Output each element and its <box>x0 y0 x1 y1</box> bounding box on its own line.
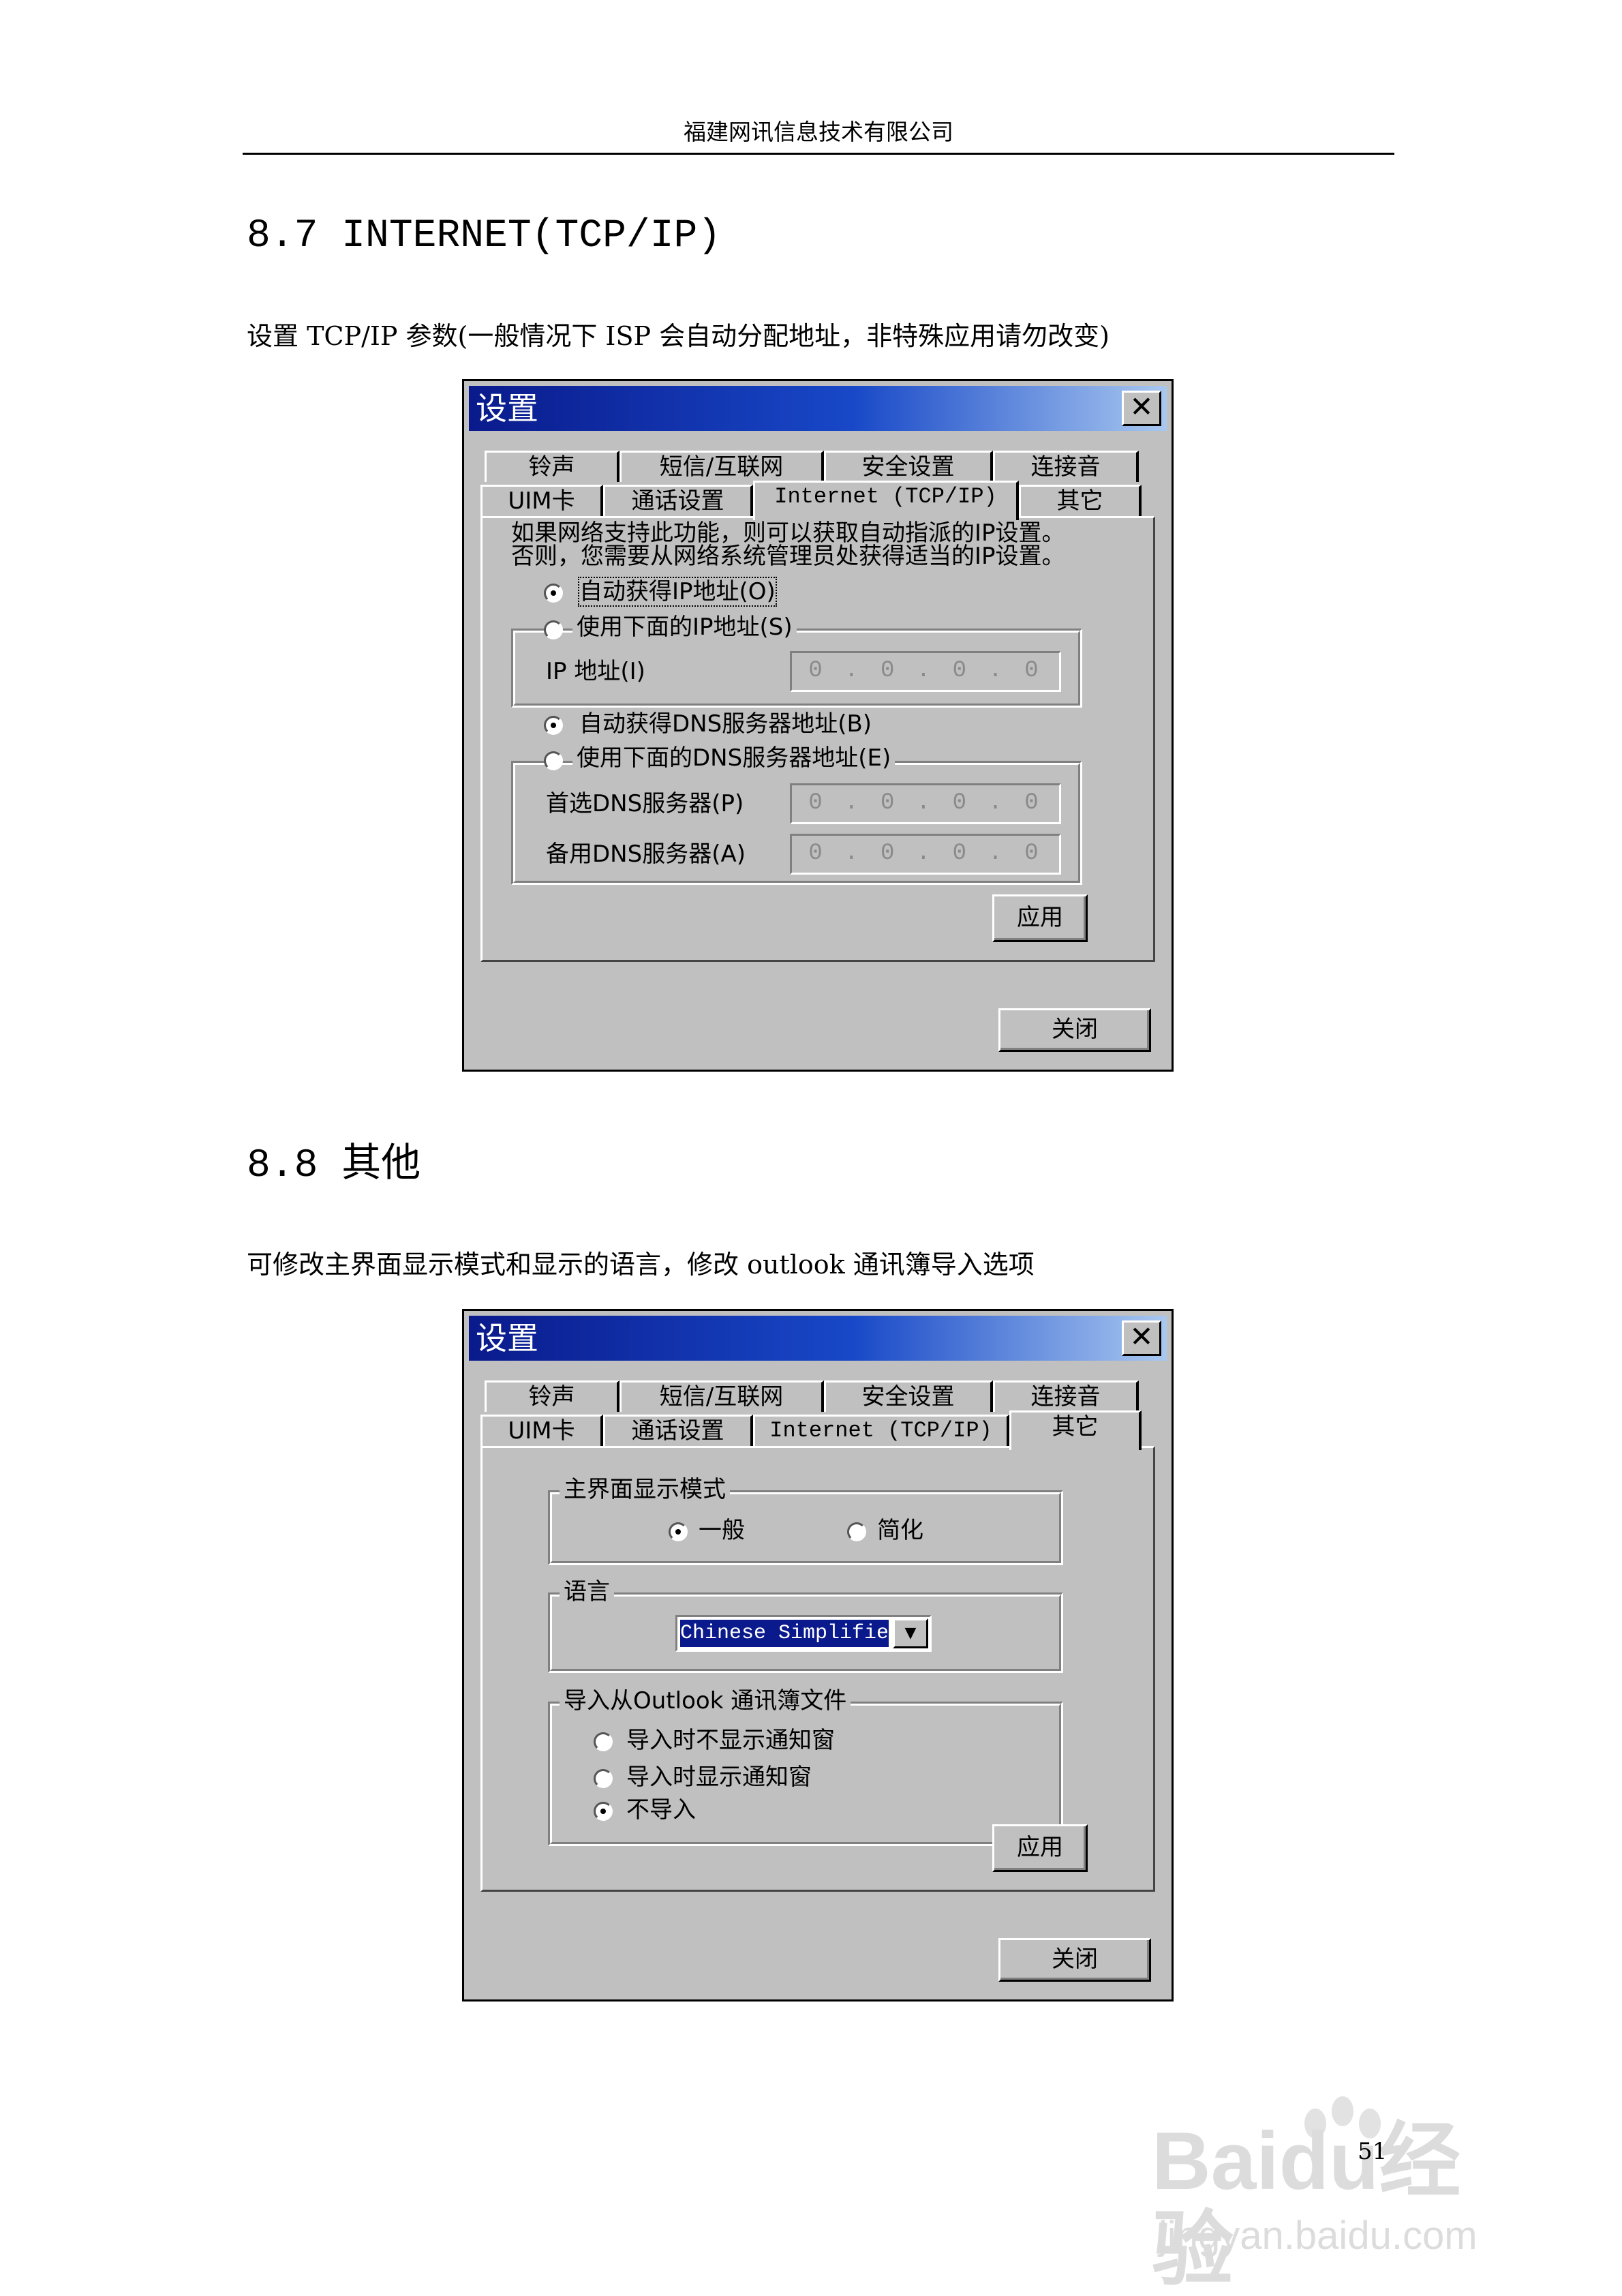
title-bar[interactable]: 设置 ✕ <box>469 1316 1167 1361</box>
dns2-field[interactable]: 0 . 0 . 0 . 0 <box>790 834 1061 875</box>
mode-normal-label[interactable]: 一般 <box>699 1517 745 1544</box>
dns1-field[interactable]: 0 . 0 . 0 . 0 <box>790 783 1061 824</box>
settings-dialog-other: 设置 ✕ 铃声 短信/互联网 安全设置 连接音 UIM卡 通话设置 Intern… <box>462 1309 1174 2002</box>
radio-auto-dns[interactable] <box>544 716 563 735</box>
outlook-import-legend: 导入从Outlook 通讯簿文件 <box>560 1687 851 1715</box>
manual-dns-group: 首选DNS服务器(P) 0 . 0 . 0 . 0 备用DNS服务器(A) 0 … <box>511 761 1082 885</box>
tab-panel: 如果网络支持此功能，则可以获取自动指派的IP设置。 否则，您需要从网络系统管理员… <box>480 516 1155 962</box>
dns2-label: 备用DNS服务器(A) <box>546 841 746 868</box>
radio-mode-simple[interactable] <box>847 1522 866 1541</box>
tab-internet-tcpip[interactable]: Internet (TCP/IP) <box>753 481 1019 520</box>
watermark-logo: Baidu经验 <box>1152 2115 1461 2295</box>
tab-internet-tcpip[interactable]: Internet (TCP/IP) <box>753 1415 1009 1446</box>
import-notify-label[interactable]: 导入时显示通知窗 <box>626 1764 812 1791</box>
ip-address-field[interactable]: 0 . 0 . 0 . 0 <box>790 651 1061 692</box>
tab-call-settings[interactable]: 通话设置 <box>603 1415 753 1446</box>
tab-uim-card[interactable]: UIM卡 <box>480 1415 603 1446</box>
ip-address-label: IP 地址(I) <box>546 658 645 685</box>
apply-button[interactable]: 应用 <box>992 1824 1088 1872</box>
section-desc-other: 可修改主界面显示模式和显示的语言，修改 outlook 通讯簿导入选项 <box>247 1250 1035 1280</box>
language-value: Chinese Simplifie <box>679 1618 890 1648</box>
page-number: 51 <box>1358 2138 1388 2165</box>
page-header: 福建网讯信息技术有限公司 <box>243 116 1394 155</box>
radio-manual-dns[interactable] <box>544 751 563 770</box>
radio-manual-ip[interactable] <box>544 620 563 639</box>
tab-panel: 主界面显示模式 一般 简化 语言 Chinese Simplifie ▼ 导入从… <box>480 1446 1155 1892</box>
radio-no-import[interactable] <box>594 1802 613 1821</box>
radio-import-notify[interactable] <box>594 1769 613 1788</box>
close-button[interactable]: 关闭 <box>998 1938 1151 1982</box>
manual-ip-label[interactable]: 使用下面的IP地址(S) <box>572 614 797 641</box>
settings-dialog-tcpip: 设置 ✕ 铃声 短信/互联网 安全设置 连接音 UIM卡 通话设置 Intern… <box>462 379 1174 1072</box>
tab-other[interactable]: 其它 <box>1019 485 1142 516</box>
dialog-title: 设置 <box>476 1320 538 1357</box>
tab-uim-card[interactable]: UIM卡 <box>480 485 603 516</box>
import-no-notify-label[interactable]: 导入时不显示通知窗 <box>626 1727 835 1754</box>
tab-ringtone[interactable]: 铃声 <box>485 1380 619 1412</box>
tab-security[interactable]: 安全设置 <box>824 1380 993 1412</box>
tab-sms-internet[interactable]: 短信/互联网 <box>619 1380 824 1412</box>
tab-sms-internet[interactable]: 短信/互联网 <box>619 451 824 482</box>
close-button[interactable]: 关闭 <box>998 1008 1151 1052</box>
tab-connect-tone[interactable]: 连接音 <box>993 451 1139 482</box>
section-heading-other: 8.8 其他 <box>247 1144 421 1188</box>
tab-ringtone[interactable]: 铃声 <box>485 451 619 482</box>
watermark-url: jingyan.baidu.com <box>1159 2214 1478 2258</box>
tab-connect-tone[interactable]: 连接音 <box>993 1380 1139 1412</box>
section-heading-tcpip: 8.7 INTERNET(TCP/IP) <box>247 214 722 258</box>
display-mode-group: 主界面显示模式 一般 简化 <box>548 1476 1063 1565</box>
close-icon[interactable]: ✕ <box>1122 391 1161 426</box>
radio-import-no-notify[interactable] <box>594 1732 613 1751</box>
tab-call-settings[interactable]: 通话设置 <box>603 485 753 516</box>
auto-dns-label[interactable]: 自动获得DNS服务器地址(B) <box>579 710 872 738</box>
language-select[interactable]: Chinese Simplifie ▼ <box>675 1615 932 1652</box>
intro-line-2: 否则，您需要从网络系统管理员处获得适当的IP设置。 <box>511 543 1065 570</box>
dns1-label: 首选DNS服务器(P) <box>546 790 744 817</box>
no-import-label[interactable]: 不导入 <box>626 1796 696 1824</box>
radio-mode-normal[interactable] <box>669 1522 688 1541</box>
tab-other[interactable]: 其它 <box>1009 1410 1142 1450</box>
dialog-title: 设置 <box>476 390 538 427</box>
auto-ip-label[interactable]: 自动获得IP地址(O) <box>578 577 777 607</box>
chevron-down-icon[interactable]: ▼ <box>893 1618 928 1648</box>
language-group: 语言 Chinese Simplifie ▼ <box>548 1578 1063 1673</box>
apply-button[interactable]: 应用 <box>992 894 1088 942</box>
radio-auto-ip[interactable] <box>544 584 563 603</box>
outlook-import-group: 导入从Outlook 通讯簿文件 导入时不显示通知窗 导入时显示通知窗 不导入 <box>548 1687 1063 1846</box>
baidu-watermark: Baidu经验 jingyan.baidu.com <box>1152 2096 1533 2294</box>
manual-dns-label[interactable]: 使用下面的DNS服务器地址(E) <box>572 744 896 772</box>
mode-simple-label[interactable]: 简化 <box>877 1517 923 1544</box>
section-desc-tcpip: 设置 TCP/IP 参数(一般情况下 ISP 会自动分配地址，非特殊应用请勿改变… <box>247 321 1110 351</box>
close-icon[interactable]: ✕ <box>1122 1320 1161 1356</box>
tab-security[interactable]: 安全设置 <box>824 451 993 482</box>
display-mode-legend: 主界面显示模式 <box>560 1476 730 1503</box>
language-legend: 语言 <box>560 1578 614 1605</box>
title-bar[interactable]: 设置 ✕ <box>469 386 1167 431</box>
